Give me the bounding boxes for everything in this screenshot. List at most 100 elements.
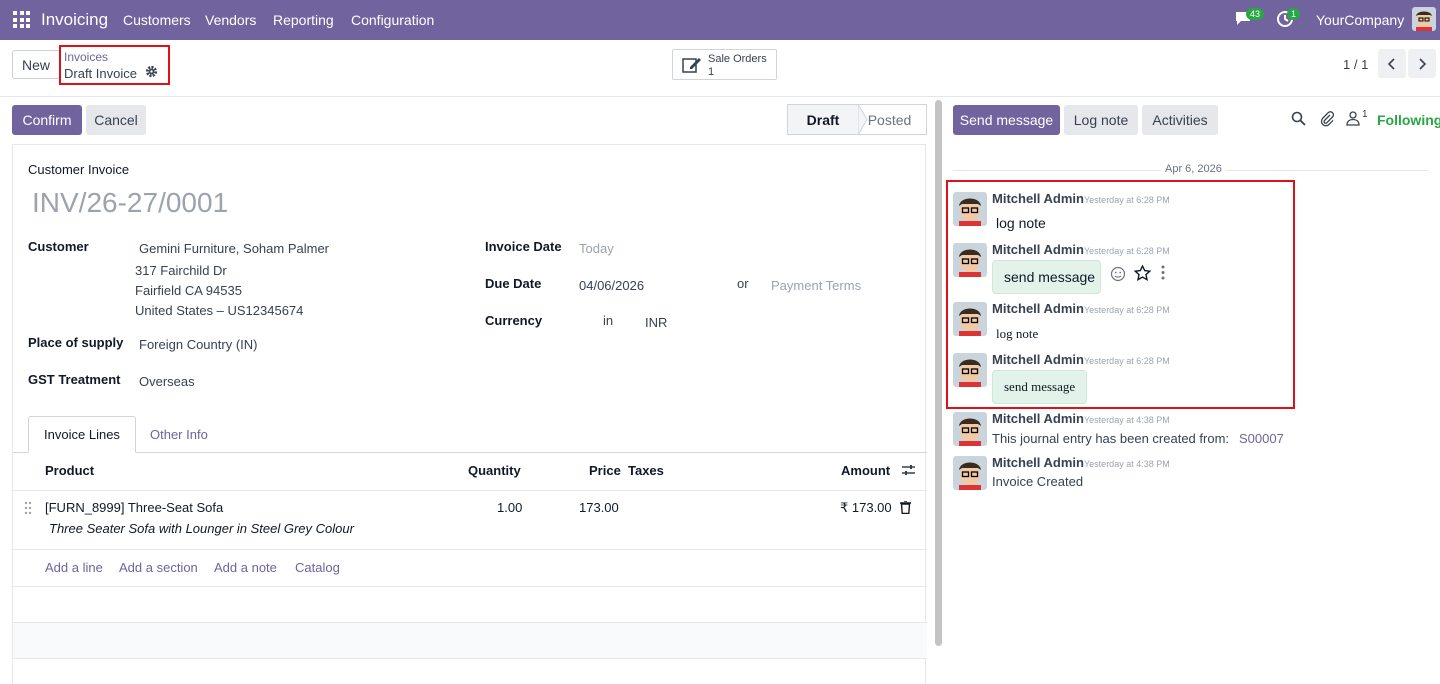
search-icon[interactable]: [1291, 111, 1306, 130]
message-bubble: send message: [992, 260, 1101, 294]
message-author[interactable]: Mitchell Admin: [992, 455, 1084, 470]
author-avatar[interactable]: [953, 302, 987, 336]
customer-field[interactable]: Gemini Furniture, Soham Palmer: [139, 241, 329, 256]
message-author[interactable]: Mitchell Admin: [992, 301, 1084, 316]
message-time: Yesterday at 4:38 PM: [1084, 415, 1170, 425]
author-avatar[interactable]: [953, 456, 987, 490]
smart-button-count: 1: [708, 66, 715, 78]
top-navbar: Invoicing Customers Vendors Reporting Co…: [0, 0, 1440, 40]
followers-icon[interactable]: [1346, 111, 1360, 130]
add-section-link[interactable]: Add a section: [119, 560, 198, 575]
due-date-field[interactable]: 04/06/2026: [579, 278, 644, 293]
more-options-icon[interactable]: [1161, 265, 1165, 283]
column-price[interactable]: Price: [589, 463, 621, 478]
message-body: This journal entry has been created from…: [992, 431, 1230, 446]
menu-vendors[interactable]: Vendors: [205, 12, 256, 28]
line-product: [FURN_8999] Three-Seat Sofa: [45, 500, 224, 515]
app-name[interactable]: Invoicing: [41, 10, 108, 30]
menu-customers[interactable]: Customers: [123, 12, 191, 28]
message-author[interactable]: Mitchell Admin: [992, 411, 1084, 426]
column-product[interactable]: Product: [45, 463, 94, 478]
author-avatar[interactable]: [953, 353, 987, 387]
payment-terms-field[interactable]: Payment Terms: [771, 278, 861, 293]
drag-handle-icon[interactable]: [24, 501, 32, 518]
address-line3: United States – US12345674: [135, 303, 304, 318]
chevron-right-icon: [1419, 57, 1427, 70]
message-author[interactable]: Mitchell Admin: [992, 352, 1084, 367]
message-body: log note: [996, 326, 1039, 341]
invoice-type-label: Customer Invoice: [28, 162, 130, 177]
tab-other-info[interactable]: Other Info: [150, 427, 208, 442]
message-author[interactable]: Mitchell Admin: [992, 242, 1084, 257]
currency-label: Currency: [485, 313, 543, 328]
line-amount: ₹ 173.00: [840, 500, 892, 515]
pager-next-button[interactable]: [1408, 49, 1436, 78]
app-menu-icon[interactable]: [13, 11, 30, 28]
line-quantity: 1.00: [497, 500, 523, 515]
add-note-link[interactable]: Add a note: [214, 560, 277, 575]
message-time: Yesterday at 6:28 PM: [1084, 356, 1170, 366]
gear-icon[interactable]: [145, 65, 158, 81]
message-time: Yesterday at 6:28 PM: [1084, 305, 1170, 315]
messages-badge: 43: [1246, 8, 1265, 20]
catalog-link[interactable]: Catalog: [295, 560, 340, 575]
pager-previous-button[interactable]: [1378, 49, 1406, 78]
sale-orders-smart-button[interactable]: Sale Orders 1: [672, 49, 777, 80]
message-time: Yesterday at 6:28 PM: [1084, 246, 1170, 256]
paperclip-icon[interactable]: [1320, 111, 1335, 131]
invoice-form-sheet: Customer Invoice INV/26-27/0001 Customer…: [12, 144, 927, 684]
tab-invoice-lines[interactable]: Invoice Lines: [28, 416, 136, 453]
menu-reporting[interactable]: Reporting: [273, 12, 334, 28]
status-draft[interactable]: Draft: [787, 104, 859, 135]
form-scrollbar[interactable]: [935, 100, 942, 646]
author-avatar[interactable]: [953, 412, 987, 446]
menu-configuration[interactable]: Configuration: [351, 12, 434, 28]
gst-treatment-label: GST Treatment: [28, 372, 121, 387]
message-time: Yesterday at 4:38 PM: [1084, 459, 1170, 469]
message-time: Yesterday at 6:28 PM: [1084, 195, 1170, 205]
following-button[interactable]: Following: [1377, 112, 1440, 128]
address-line1: 317 Fairchild Dr: [135, 263, 227, 278]
column-settings-icon[interactable]: [901, 463, 916, 480]
edit-icon: [682, 58, 701, 73]
or-text: or: [737, 276, 749, 291]
star-icon[interactable]: [1133, 264, 1152, 284]
cancel-button[interactable]: Cancel: [86, 105, 146, 135]
add-line-link[interactable]: Add a line: [45, 560, 103, 575]
empty-row: [13, 623, 927, 658]
new-button[interactable]: New: [12, 50, 60, 79]
pager-value[interactable]: 1 / 1: [1343, 57, 1368, 72]
gst-treatment-field[interactable]: Overseas: [139, 374, 195, 389]
activities-button[interactable]: Activities: [1142, 105, 1218, 135]
customer-label: Customer: [28, 239, 89, 254]
column-taxes[interactable]: Taxes: [628, 463, 664, 478]
message-bubble: send message: [992, 370, 1087, 404]
smart-button-label: Sale Orders: [708, 53, 767, 65]
line-price: 173.00: [579, 500, 619, 515]
log-note-button[interactable]: Log note: [1064, 105, 1138, 135]
user-avatar[interactable]: [1412, 7, 1436, 31]
place-of-supply-field[interactable]: Foreign Country (IN): [139, 337, 257, 352]
column-quantity[interactable]: Quantity: [468, 463, 521, 478]
notebook-tabs: Invoice Lines Other Info: [13, 416, 927, 453]
invoice-date-field[interactable]: Today: [579, 241, 614, 256]
source-order-link[interactable]: S00007: [1239, 431, 1284, 446]
status-bar: Posted Draft: [787, 104, 927, 135]
control-panel: New Invoices Draft Invoice Sale Orders 1…: [0, 40, 1440, 97]
column-amount[interactable]: Amount: [841, 463, 890, 478]
status-arrow: [858, 104, 868, 135]
company-switcher[interactable]: YourCompany: [1316, 12, 1404, 28]
breadcrumb-invoices[interactable]: Invoices: [64, 50, 108, 64]
currency-field[interactable]: INR: [645, 315, 667, 330]
author-avatar[interactable]: [953, 192, 987, 226]
message-author[interactable]: Mitchell Admin: [992, 191, 1084, 206]
chevron-left-icon: [1387, 57, 1395, 70]
follower-count: 1: [1362, 109, 1368, 120]
send-message-button[interactable]: Send message: [953, 105, 1060, 135]
confirm-button[interactable]: Confirm: [12, 105, 82, 135]
place-of-supply-label: Place of supply: [28, 335, 124, 350]
author-avatar[interactable]: [953, 243, 987, 277]
trash-icon[interactable]: [900, 500, 911, 517]
address-line2: Fairfield CA 94535: [135, 283, 242, 298]
add-reaction-icon[interactable]: [1110, 266, 1126, 285]
